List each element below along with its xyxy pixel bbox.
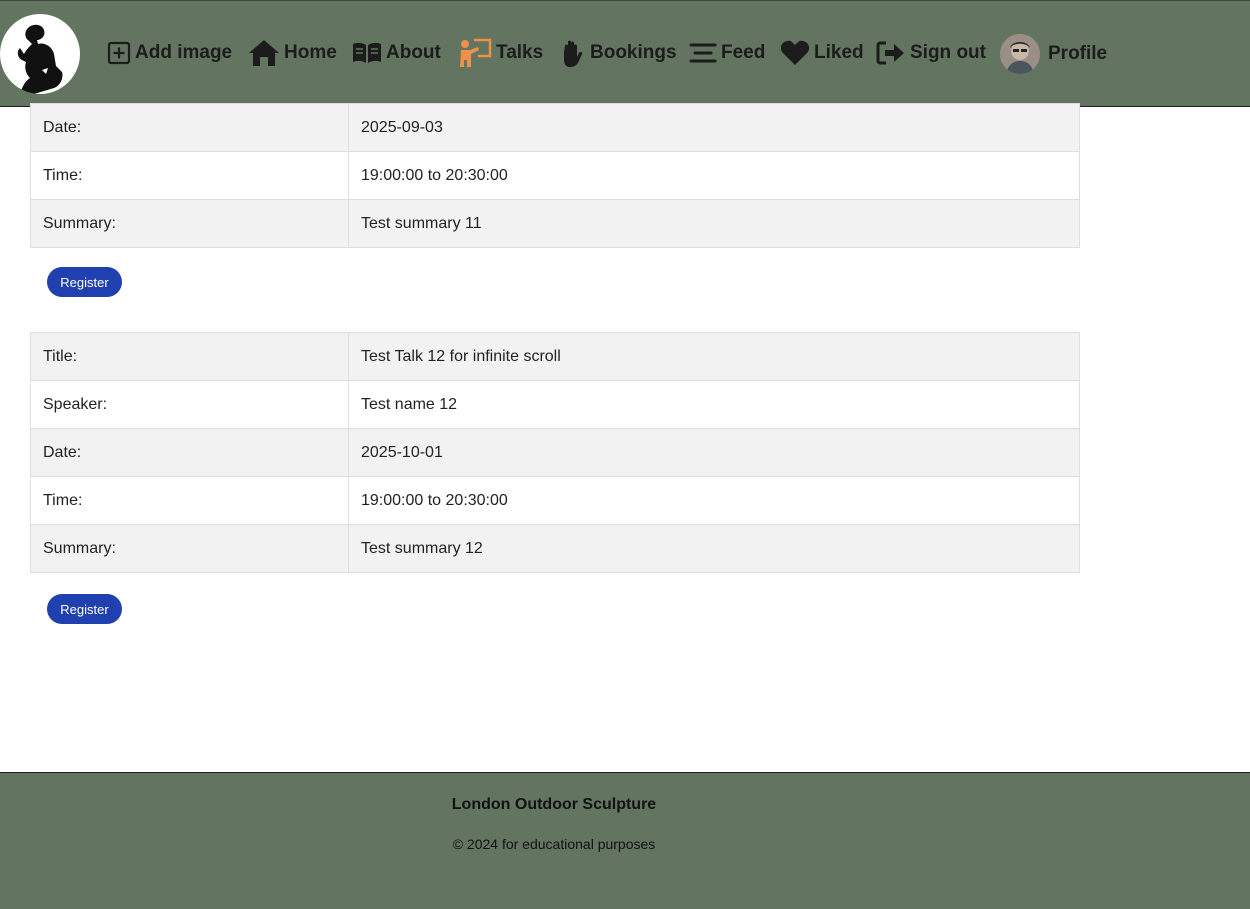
table-row: Summary: Test summary 12 [30,524,1080,573]
hand-icon [556,38,586,68]
register-button[interactable]: Register [47,267,122,297]
nav-about[interactable]: About [352,36,441,70]
nav-home-label: Home [284,42,337,63]
row-value: Test summary 11 [348,199,1080,248]
row-value: 2025-09-03 [348,103,1080,152]
table-row: Time: 19:00:00 to 20:30:00 [30,151,1080,200]
table-row: Date: 2025-09-03 [30,103,1080,152]
nav-home[interactable]: Home [248,36,337,70]
footer-copyright: © 2024 for educational purposes [452,836,656,852]
register-button[interactable]: Register [47,594,122,624]
nav-add-image-label: Add image [135,42,233,63]
row-label: Summary: [30,524,349,573]
row-value: Test name 12 [348,380,1080,429]
talk-details-table: Title: Test Talk 12 for infinite scroll … [30,332,1080,573]
row-label: Title: [30,332,349,381]
table-row: Date: 2025-10-01 [30,428,1080,477]
row-label: Speaker: [30,380,349,429]
talk-details-table: Date: 2025-09-03 Time: 19:00:00 to 20:30… [30,103,1080,248]
nav-bookings-label: Bookings [590,42,677,63]
stream-icon [689,41,717,65]
nav-profile[interactable]: Profile [1000,34,1107,74]
nav-talks[interactable]: Talks [458,36,543,70]
footer: London Outdoor Sculpture © 2024 for educ… [0,772,1250,909]
row-label: Date: [30,103,349,152]
row-value: 19:00:00 to 20:30:00 [348,476,1080,525]
nav-liked[interactable]: Liked [780,36,864,70]
avatar [1000,34,1040,74]
book-open-icon [352,41,382,65]
nav-feed[interactable]: Feed [689,36,765,70]
nav-talks-label: Talks [496,42,544,63]
row-label: Time: [30,476,349,525]
plus-square-icon [107,41,131,65]
sign-out-icon [876,40,906,66]
nav-liked-label: Liked [814,42,864,63]
home-icon [248,39,280,67]
table-row: Time: 19:00:00 to 20:30:00 [30,476,1080,525]
row-value: 19:00:00 to 20:30:00 [348,151,1080,200]
nav-bookings[interactable]: Bookings [556,36,677,70]
nav-profile-label: Profile [1048,43,1108,64]
nav-add-image[interactable]: Add image [107,36,232,70]
row-value: Test Talk 12 for infinite scroll [348,332,1080,381]
row-value: 2025-10-01 [348,428,1080,477]
navbar: Add image Home About Talks Bookings Feed [0,0,1250,107]
footer-title: London Outdoor Sculpture [451,796,657,813]
row-value: Test summary 12 [348,524,1080,573]
nav-feed-label: Feed [721,42,766,63]
row-label: Date: [30,428,349,477]
nav-about-label: About [386,42,441,63]
table-row: Summary: Test summary 11 [30,199,1080,248]
nav-sign-out[interactable]: Sign out [876,36,986,70]
lecturer-icon [458,38,492,68]
row-label: Time: [30,151,349,200]
site-logo[interactable] [0,14,80,94]
row-label: Summary: [30,199,349,248]
nav-sign-out-label: Sign out [910,42,986,63]
table-row: Title: Test Talk 12 for infinite scroll [30,332,1080,381]
table-row: Speaker: Test name 12 [30,380,1080,429]
heart-icon [780,40,810,66]
